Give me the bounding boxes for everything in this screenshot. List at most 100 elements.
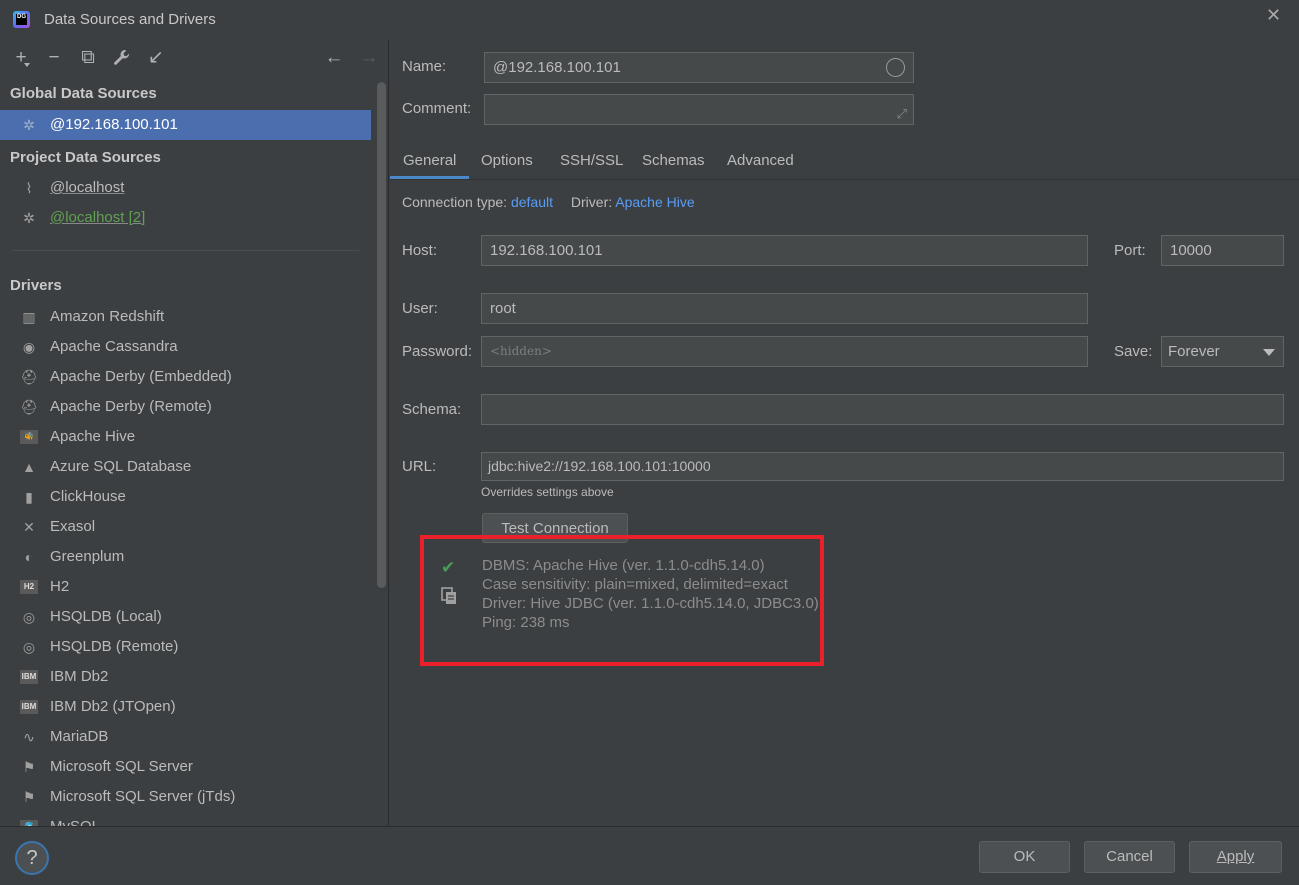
forward-arrow-icon: → [359, 47, 379, 68]
help-button[interactable]: ? [15, 841, 49, 875]
tab-options[interactable]: Options [481, 152, 533, 169]
hive-icon: 🐝 [20, 430, 38, 444]
driver-item[interactable]: ◉ Apache Cassandra [0, 332, 372, 362]
tab-ssh-ssl[interactable]: SSH/SSL [560, 152, 623, 169]
driver-item[interactable]: H2 H2 [0, 572, 372, 602]
driver-item[interactable]: ∿ MariaDB [0, 722, 372, 752]
tree-item-label: @localhost [2] [50, 209, 146, 226]
data-source-settings: Name: @192.168.100.101 Comment: ⤢ Genera… [390, 40, 1299, 826]
name-field[interactable]: @192.168.100.101 [484, 52, 914, 83]
tab-schemas[interactable]: Schemas [642, 152, 705, 169]
comment-field[interactable]: ⤢ [484, 94, 914, 125]
connection-type-link[interactable]: default [511, 194, 553, 210]
result-case-sensitivity-line: Case sensitivity: plain=mixed, delimited… [482, 576, 788, 593]
password-field[interactable]: <hidden> [481, 336, 1088, 367]
driver-item-label: IBM Db2 (JTOpen) [50, 698, 176, 715]
driver-item[interactable]: ⛑ Apache Derby (Remote) [0, 392, 372, 422]
driver-item-label: Microsoft SQL Server (jTds) [50, 788, 236, 805]
driver-item[interactable]: 🐬MySQL [0, 812, 372, 826]
copy-result-icon[interactable] [441, 587, 457, 605]
driver-item[interactable]: 🐝 Apache Hive [0, 422, 372, 452]
driver-link[interactable]: Apache Hive [615, 194, 694, 210]
driver-item[interactable]: ◎ HSQLDB (Remote) [0, 632, 372, 662]
driver-item[interactable]: IBM IBM Db2 [0, 662, 372, 692]
back-arrow-icon[interactable]: ← [322, 46, 346, 70]
sidebar-scrollbar[interactable] [377, 82, 386, 588]
remove-icon[interactable]: − [42, 46, 66, 70]
tab-advanced[interactable]: Advanced [727, 152, 794, 169]
exasol-icon: ✕ [23, 519, 35, 535]
azure-icon: ▲ [22, 459, 36, 475]
tree-item-localhost-2[interactable]: ✲ @localhost [2] [0, 203, 372, 233]
tab-general[interactable]: General [403, 152, 456, 169]
duplicate-icon[interactable]: ⧉ [76, 46, 100, 70]
window-title: Data Sources and Drivers [44, 11, 216, 28]
wrench-icon[interactable] [110, 46, 134, 70]
result-ping-line: Ping: 238 ms [482, 614, 570, 631]
schema-field[interactable] [481, 394, 1284, 425]
driver-label: Driver: [570, 194, 613, 210]
url-field[interactable]: jdbc:hive2://192.168.100.101:10000 [481, 452, 1284, 481]
driver-item[interactable]: ▲ Azure SQL Database [0, 452, 372, 482]
driver-item-label: Apache Cassandra [50, 338, 178, 355]
driver-item-label: Amazon Redshift [50, 308, 165, 325]
url-label: URL: [402, 458, 437, 475]
mariadb-icon: ∿ [23, 729, 35, 745]
success-check-icon: ✔ [441, 558, 456, 577]
hsqldb-icon: ◎ [22, 639, 36, 655]
import-icon[interactable]: ↙ [144, 46, 168, 70]
add-dropdown-icon [24, 63, 30, 67]
project-data-sources-heading: Project Data Sources [10, 149, 161, 166]
driver-item-label: ClickHouse [50, 488, 126, 505]
cancel-button[interactable]: Cancel [1084, 841, 1175, 873]
hsqldb-icon: ◎ [22, 609, 36, 625]
db2-icon: IBM [20, 670, 38, 684]
driver-item[interactable]: ◎ HSQLDB (Local) [0, 602, 372, 632]
tree-item-global-hive[interactable]: ✲ @192.168.100.101 [0, 110, 371, 140]
driver-item[interactable]: ⚑ Microsoft SQL Server [0, 752, 372, 782]
driver-item[interactable]: ⚑ Microsoft SQL Server (jTds) [0, 782, 372, 812]
global-data-sources-heading: Global Data Sources [10, 85, 157, 102]
name-field-value: @192.168.100.101 [493, 59, 621, 76]
driver-item-label: Azure SQL Database [50, 458, 192, 475]
hive-icon: ✲ [23, 210, 35, 226]
driver-item[interactable]: ◐ Greenplum [0, 542, 372, 572]
driver-item-label: H2 [50, 578, 70, 595]
user-field[interactable]: root [481, 293, 1088, 324]
ok-button[interactable]: OK [979, 841, 1070, 873]
driver-item[interactable]: IBM IBM Db2 (JTOpen) [0, 692, 372, 722]
mssql-icon: ⚑ [22, 789, 36, 805]
result-driver-line: Driver: Hive JDBC (ver. 1.1.0-cdh5.14.0,… [482, 595, 819, 612]
driver-item[interactable]: ⛑ Apache Derby (Embedded) [0, 362, 372, 392]
driver-item[interactable]: ▮ ClickHouse [0, 482, 372, 512]
settings-tabs: General Options SSH/SSL Schemas Advanced [390, 142, 1299, 180]
sidebar-toolbar: + − ⧉ ↙ ← → [0, 40, 388, 78]
active-tab-indicator [390, 176, 469, 179]
port-field[interactable]: 10000 [1161, 235, 1284, 266]
apply-button[interactable]: Apply [1189, 841, 1282, 873]
host-field[interactable]: 192.168.100.101 [481, 235, 1088, 266]
host-label: Host: [402, 242, 438, 259]
url-note: Overrides settings above [481, 485, 614, 499]
expand-icon[interactable]: ⤢ [897, 99, 907, 128]
driver-item[interactable]: ▥ Amazon Redshift [0, 302, 372, 332]
drivers-heading: Drivers [10, 277, 62, 294]
save-dropdown-value: Forever [1168, 343, 1220, 360]
derby-icon: ⛑ [20, 399, 38, 415]
tree-item-localhost[interactable]: ⌇ @localhost [0, 173, 372, 203]
clickhouse-icon: ▮ [25, 489, 33, 505]
connection-info-row: Connection type: default Driver: Apache … [402, 194, 695, 210]
driver-item-label: Apache Derby (Embedded) [50, 368, 232, 385]
save-dropdown[interactable]: Forever [1161, 336, 1284, 367]
cassandra-icon: ◉ [22, 339, 36, 355]
color-circle-icon[interactable] [886, 58, 905, 77]
result-dbms-line: DBMS: Apache Hive (ver. 1.1.0-cdh5.14.0) [482, 557, 765, 574]
driver-item-label: HSQLDB (Remote) [50, 638, 179, 655]
db2-icon: IBM [20, 700, 38, 714]
driver-item[interactable]: ✕ Exasol [0, 512, 372, 542]
name-label: Name: [402, 58, 447, 75]
mysql-dolphin-icon: ⌇ [25, 180, 33, 196]
close-icon[interactable]: ✕ [1266, 5, 1281, 26]
comment-label: Comment: [402, 100, 472, 117]
save-label: Save: [1114, 343, 1153, 360]
